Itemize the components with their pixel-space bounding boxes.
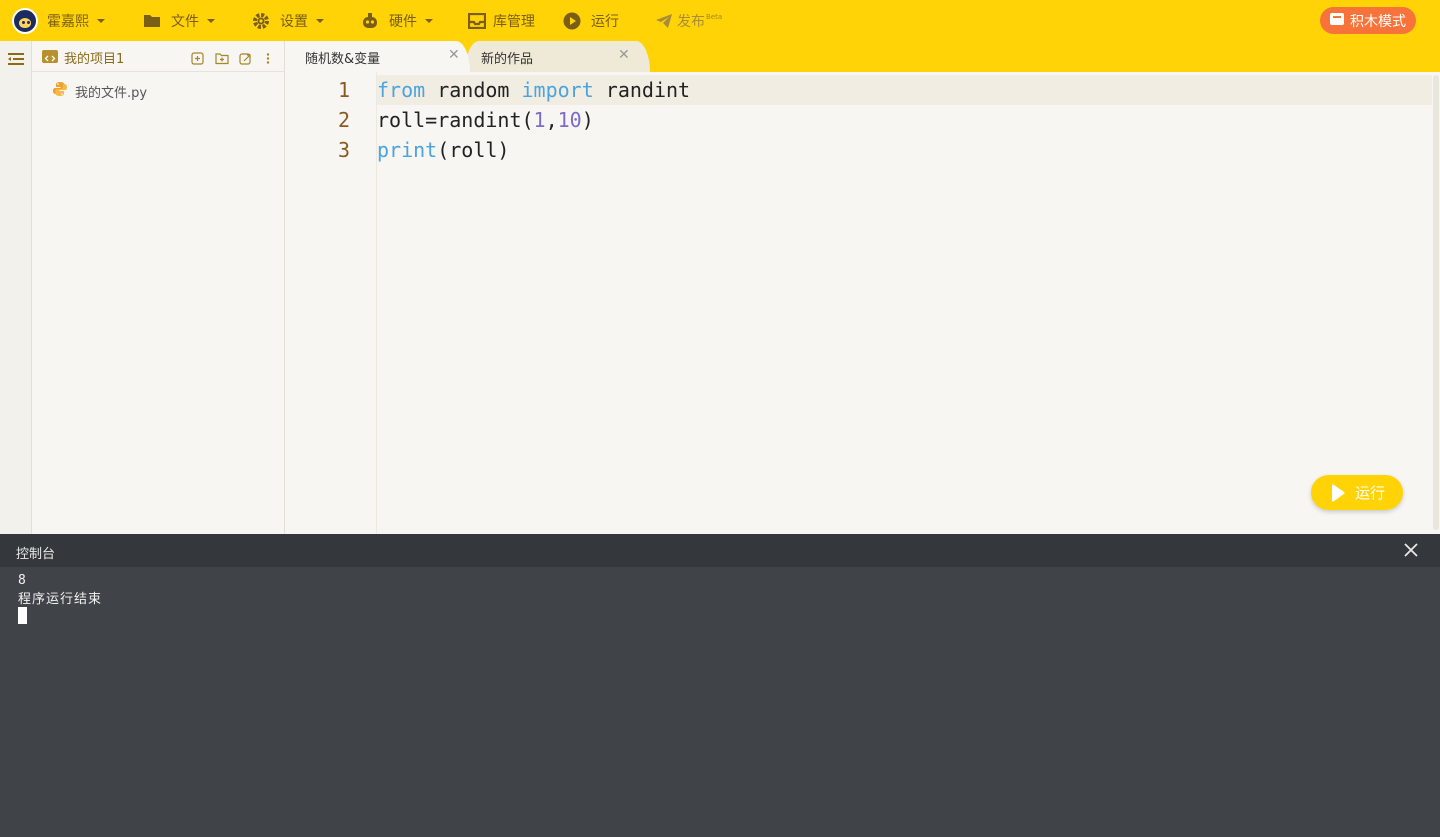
play-icon — [1332, 484, 1345, 501]
code-folder-icon — [42, 50, 58, 63]
file-explorer: 我的项目1 我的文件.py — [32, 41, 285, 534]
console-title: 控制台 — [16, 547, 56, 562]
file-name: 我的文件.py — [75, 85, 148, 101]
chevron-down-icon — [316, 18, 324, 23]
settings-menu-label: 设置 — [280, 13, 308, 30]
library-manager-button[interactable]: 库管理 — [468, 0, 535, 41]
file-item[interactable]: 我的文件.py — [52, 81, 147, 101]
line-number: 2 — [337, 108, 350, 132]
more-options-icon[interactable] — [265, 50, 278, 64]
play-circle-icon — [563, 12, 581, 30]
blocks-icon — [1330, 12, 1344, 29]
console-header: 控制台 — [0, 534, 1440, 567]
run-button[interactable]: 运行 — [1311, 475, 1403, 510]
chevron-down-icon — [207, 18, 215, 23]
top-toolbar: 霍嘉熙 文件 设置 硬件 库管理 运行 发布 Beta 积木模式 — [0, 0, 1440, 41]
chevron-down-icon — [97, 18, 105, 23]
publish-button[interactable]: 发布 Beta — [655, 0, 722, 41]
tab-label: 随机数&变量 — [305, 52, 381, 67]
gear-icon — [252, 12, 270, 30]
robot-icon — [360, 12, 380, 30]
new-file-icon[interactable] — [191, 50, 204, 65]
hardware-menu-label: 硬件 — [389, 13, 417, 30]
user-name: 霍嘉熙 — [47, 13, 89, 30]
new-folder-icon[interactable] — [215, 50, 229, 65]
close-icon[interactable]: ✕ — [618, 47, 630, 63]
run-button-label: 运行 — [1355, 484, 1386, 502]
paper-plane-icon — [655, 13, 673, 29]
library-manager-label: 库管理 — [493, 13, 535, 30]
line-number-gutter: 1 2 3 — [285, 72, 377, 534]
chevron-down-icon — [425, 18, 433, 23]
publish-label: 发布 — [677, 13, 705, 30]
left-rail — [0, 41, 32, 534]
code-editor[interactable]: 1 2 3 from random import randint roll=ra… — [285, 72, 1440, 534]
blocks-mode-label: 积木模式 — [1350, 13, 1406, 30]
close-icon[interactable]: ✕ — [448, 47, 460, 63]
blocks-mode-button[interactable]: 积木模式 — [1320, 7, 1416, 34]
project-header: 我的项目1 — [32, 41, 284, 72]
run-menu-label: 运行 — [591, 13, 619, 30]
code-line-3[interactable]: print(roll) — [377, 135, 509, 165]
console-panel: 控制台 8 程序运行结束 — [0, 534, 1440, 837]
tab-label: 新的作品 — [481, 52, 534, 67]
file-menu-label: 文件 — [171, 13, 199, 30]
beta-badge: Beta — [706, 12, 723, 21]
menu-collapse-icon[interactable] — [8, 51, 24, 70]
hardware-menu[interactable]: 硬件 — [360, 0, 433, 41]
file-menu[interactable]: 文件 — [143, 0, 215, 41]
project-title: 我的项目1 — [64, 52, 125, 67]
upload-file-icon[interactable] — [239, 50, 252, 65]
user-menu[interactable]: 霍嘉熙 — [12, 0, 105, 41]
settings-menu[interactable]: 设置 — [252, 0, 324, 41]
tab-random-variables[interactable]: 随机数&变量 ✕ — [285, 41, 470, 72]
tab-new-work[interactable]: 新的作品 ✕ — [465, 41, 650, 72]
console-output-line: 程序运行结束 — [18, 592, 103, 607]
editor-scrollbar[interactable] — [1433, 75, 1439, 530]
close-icon[interactable] — [1403, 542, 1419, 562]
console-cursor[interactable] — [18, 607, 27, 624]
line-number: 3 — [337, 138, 350, 162]
inbox-icon — [468, 12, 486, 29]
line-number: 1 — [337, 78, 350, 102]
console-output-line: 8 — [18, 573, 27, 588]
avatar — [12, 7, 38, 34]
run-menu-button[interactable]: 运行 — [563, 0, 619, 41]
python-icon — [52, 81, 68, 101]
folder-icon — [143, 13, 161, 28]
editor-tab-bar: 新的作品 ✕ 随机数&变量 ✕ — [285, 41, 1440, 72]
code-line-1[interactable]: from random import randint — [377, 75, 690, 105]
code-line-2[interactable]: roll=randint(1,10) — [377, 105, 594, 135]
